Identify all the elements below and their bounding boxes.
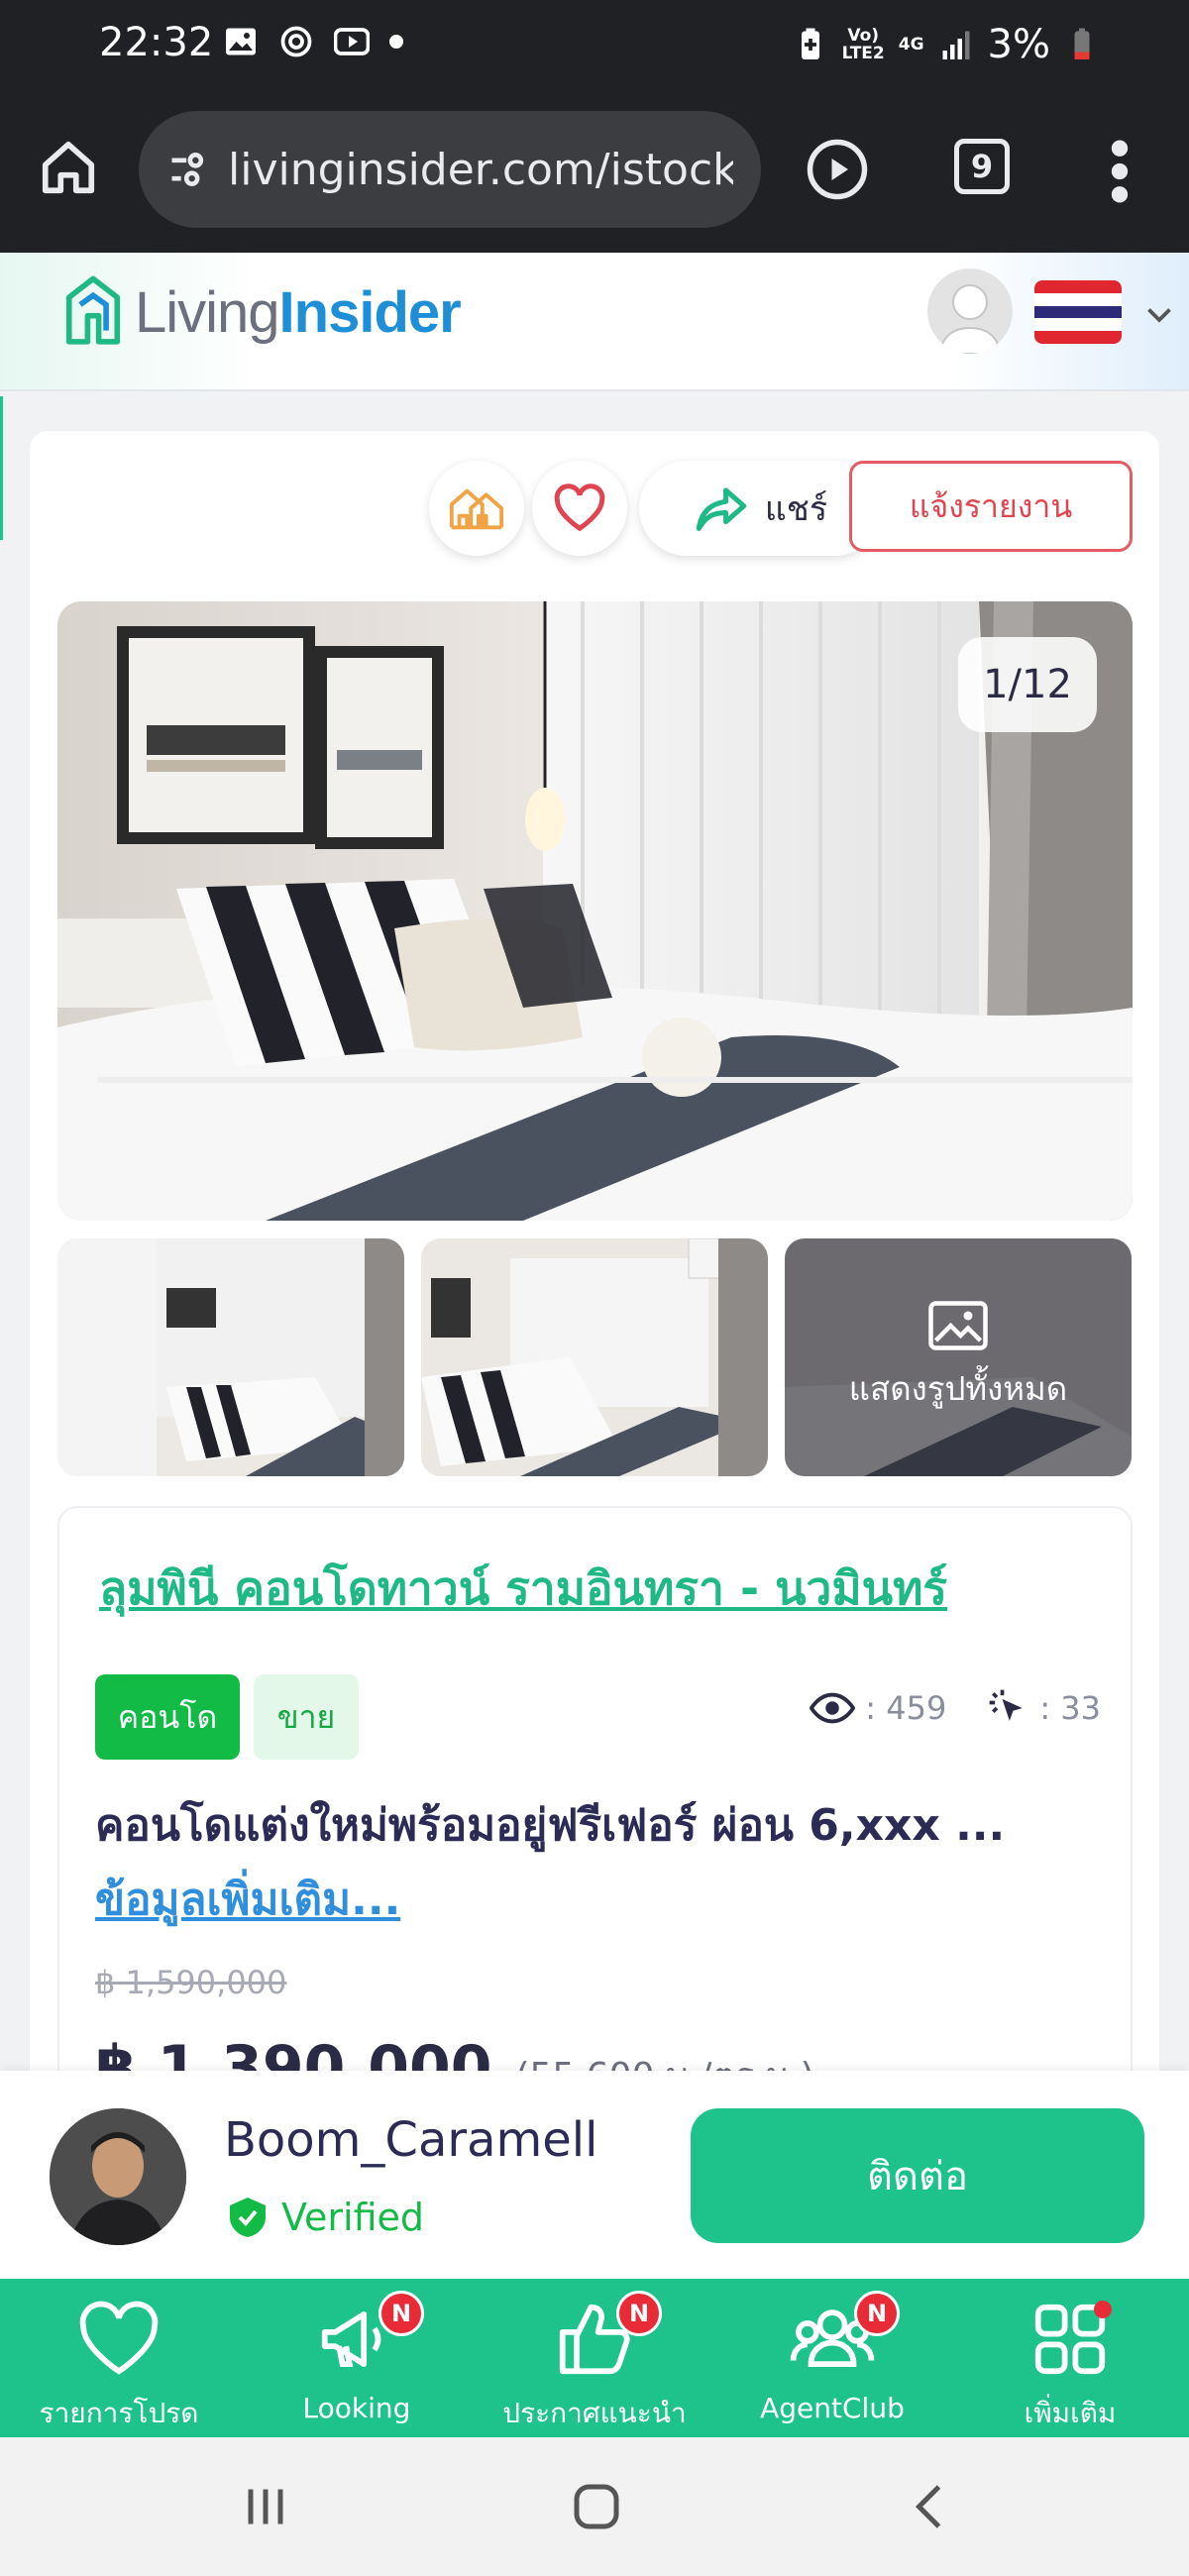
address-bar[interactable]: livinginsider.com/istock [139,111,761,228]
gallery-icon [226,28,256,55]
contact-button[interactable]: ติดต่อ [691,2108,1144,2243]
signal-icon [942,31,970,59]
youtube-icon [334,28,370,55]
share-label: แชร์ [764,489,828,529]
report-button[interactable]: แจ้งรายงาน [849,461,1133,552]
house-logo-icon [65,275,121,345]
agent-contact-bar: Boom_Caramell Verified ติดต่อ [0,2071,1189,2279]
listing-info: ลุมพินี คอนโดทาวน์ รามอินทรา - นวมินทร์ … [57,1506,1133,2140]
show-all-photos-button[interactable]: แสดงรูปทั้งหมด [785,1238,1132,1476]
eye-icon [810,1692,856,1724]
more-info-link[interactable]: ข้อมูลเพิ่มเติม... [95,1865,400,1934]
notification-dot [1094,2301,1112,2318]
original-price: ฿ 1,590,000 [95,1964,287,2001]
nav-recommended[interactable]: N ประกาศแนะนำ [476,2279,713,2437]
sync-icon [280,26,312,57]
home-icon[interactable] [38,137,99,198]
heart-icon [554,483,605,532]
nav-label: AgentClub [760,2392,905,2424]
new-badge: N [378,2291,424,2336]
share-button[interactable]: แชร์ [639,461,882,556]
battery-saver-icon [801,28,819,59]
volte-indicator: Vo) LTE2 [841,26,885,63]
battery-low-icon [1074,28,1090,59]
site-logo[interactable]: LivingInsider [65,274,462,350]
system-indicators: Vo) LTE2 4G 3% [793,22,1100,67]
verified-label: Verified [281,2196,425,2239]
nav-looking[interactable]: N Looking [238,2279,476,2437]
logo-text-insider: Insider [278,279,462,345]
view-count: : 459 [865,1689,947,1727]
home-button-icon[interactable] [567,2477,626,2536]
favorite-button[interactable] [532,461,627,556]
photo-thumbnail[interactable] [57,1238,404,1476]
listing-stats: : 459 : 33 [810,1686,1101,1730]
show-all-overlay: แสดงรูปทั้งหมด [785,1238,1132,1476]
nav-label: รายการโปรด [39,2397,199,2429]
status-time: 22:32 [99,20,214,65]
listing-title: คอนโดแต่งใหม่พร้อมอยู่ฟรีเฟอร์ ผ่อน 6,xx… [95,1800,1006,1851]
status-bar: 22:32 Vo) LTE2 4G 3% [0,0,1189,89]
tab-switcher-button[interactable]: 9 [954,139,1010,194]
network-type: 4G [898,35,924,54]
nav-label: ประกาศแนะนำ [502,2397,687,2429]
verified-badge: Verified [228,2196,424,2239]
url-text: livinginsider.com/istock [228,144,733,195]
battery-percent: 3% [987,22,1050,67]
nav-label: Looking [302,2392,411,2424]
nav-favorites[interactable]: รายการโปรด [0,2279,238,2437]
photo-thumbnail[interactable] [421,1238,768,1476]
site-header: LivingInsider [0,253,1189,391]
show-all-label: แสดงรูปทั้งหมด [848,1368,1068,1408]
more-vert-icon[interactable] [1100,137,1139,206]
new-badge: N [616,2291,662,2336]
chevron-down-icon[interactable] [1141,296,1177,332]
agent-avatar[interactable] [50,2108,186,2245]
property-type-badge: คอนโด [95,1674,240,1760]
nav-more[interactable]: เพิ่มเติม [951,2279,1189,2437]
play-icon[interactable] [805,137,870,202]
dot-icon [389,35,403,49]
photo-counter: 1/12 [958,637,1097,732]
listing-actions: แชร์ แจ้งรายงาน [30,461,1159,556]
listing-card: แชร์ แจ้งรายงาน 1/12 แสดงรูปทั้งหมด ลุมพ… [30,431,1159,2140]
project-name-link[interactable]: ลุมพินี คอนโดทาวน์ รามอินทรา - นวมินทร์ [99,1553,947,1625]
person-icon [937,284,1003,354]
compare-button[interactable] [429,461,524,556]
main-listing-photo[interactable]: 1/12 [57,601,1133,1221]
logo-text-living: Living [135,279,280,345]
site-settings-icon[interactable] [166,148,210,191]
agent-name[interactable]: Boom_Caramell [224,2112,597,2168]
image-icon [928,1300,988,1350]
system-navigation-bar [0,2437,1189,2576]
thai-flag-icon[interactable] [1034,280,1122,344]
bottom-navigation: รายการโปรด N Looking N ประกาศแนะนำ N Age… [0,2279,1189,2437]
click-icon [989,1689,1023,1721]
sale-type-badge: ขาย [254,1674,359,1760]
click-count: : 33 [1039,1689,1101,1727]
nav-agentclub[interactable]: N AgentClub [713,2279,951,2437]
back-icon[interactable] [902,2477,961,2536]
share-arrow-icon [696,487,747,531]
nav-label: เพิ่มเติม [1024,2397,1117,2429]
verified-shield-icon [230,2198,266,2237]
browser-toolbar: livinginsider.com/istock 9 [0,89,1189,253]
user-avatar[interactable] [927,268,1013,354]
new-badge: N [854,2291,900,2336]
heart-icon [79,2301,159,2375]
houses-icon [449,488,504,530]
recent-apps-icon[interactable] [236,2477,295,2536]
side-accent [0,396,3,540]
notification-icons [223,24,403,59]
